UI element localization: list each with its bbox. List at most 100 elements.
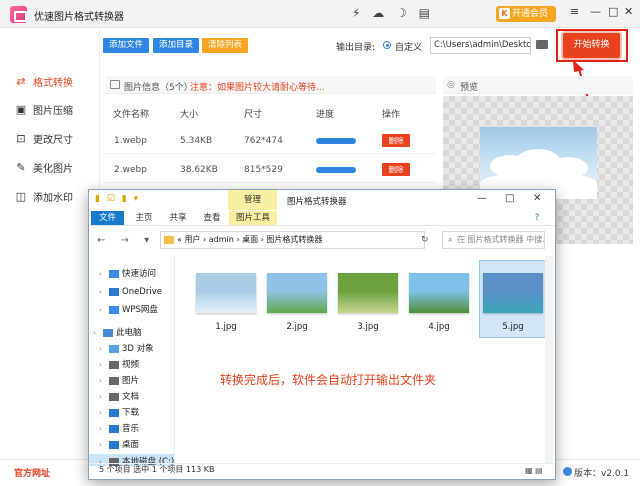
nav-tree-item[interactable]: › 图片 [89,373,174,389]
sidebar-item-label: 添加水印 [33,192,73,204]
sidebar-item-beautify[interactable]: ✎ 美化图片 [14,156,73,178]
ribbon-tabs: 文件 主页 共享 查看 图片工具 ? [89,210,555,226]
document-icon [109,392,119,401]
chevron-right-icon[interactable]: › [99,373,109,389]
chevron-right-icon[interactable]: › [99,389,109,405]
chevron-right-icon[interactable]: › [99,421,109,437]
delete-button[interactable]: 删除 [382,134,410,147]
file-label[interactable]: 3.jpg [338,322,398,332]
table-row[interactable]: 2.webp 38.62KB 815*529 删除 [106,155,436,183]
tab-share[interactable]: 共享 [163,211,193,225]
file-size: 5.34KB [180,136,213,146]
sidebar [0,29,100,459]
navigation-pane: › 快速访问 › OneDrive › WPS网盘 › 此电脑 › 3D 对象 › 视频 › 图片 › 文档 ›… [89,256,175,466]
add-file-button[interactable]: 添加文件 [103,38,149,53]
nav-tree-item[interactable]: › 音乐 [89,421,174,437]
nav-tree-item[interactable]: › 视频 [89,357,174,373]
search-icon: ⌕ [448,235,453,244]
file-explorer-window[interactable]: ▮ ☑ ▮ ▾ 管理 图片格式转换器 — □ ✕ 文件 主页 共享 查看 图片工… [88,189,556,480]
resize-icon: ⊡ [16,131,26,145]
minimize-icon[interactable]: — [590,5,601,18]
official-site-link[interactable]: 官方网址 [14,466,50,479]
chevron-right-icon[interactable]: › [99,341,109,357]
output-path-field[interactable]: C:\Users\admin\Deskto [430,37,531,54]
close-icon[interactable]: ✕ [624,5,633,18]
chevron-right-icon[interactable]: › [99,437,109,453]
swap-icon: ⇄ [16,74,26,88]
nav-tree-label: 3D 对象 [122,344,154,354]
help-icon[interactable]: ? [531,211,543,225]
close-icon[interactable]: ✕ [533,193,541,204]
sidebar-item-compress[interactable]: ▣ 图片压缩 [14,98,73,120]
column-header-progress: 进度 [316,110,335,120]
chevron-right-icon[interactable]: › [99,284,109,300]
nav-tree-item[interactable]: › 3D 对象 [89,341,174,357]
file-label[interactable]: 1.jpg [196,322,256,332]
nav-tree-item[interactable]: › 下载 [89,405,174,421]
nav-tree-label: 下载 [122,408,140,418]
chevron-right-icon[interactable]: › [99,302,109,318]
sidebar-item-watermark[interactable]: ◫ 添加水印 [14,185,73,207]
nav-tree-item[interactable]: › 文档 [89,389,174,405]
delete-button[interactable]: 删除 [382,163,410,176]
add-folder-button[interactable]: 添加目录 [153,38,199,53]
file-thumbnail[interactable] [338,273,398,313]
file-label[interactable]: 4.jpg [409,322,469,332]
menu-icon[interactable]: ≡ [570,5,579,18]
compress-icon: ▣ [15,102,27,116]
preview-icon: ◎ [447,80,455,90]
watermark-icon: ◫ [15,189,27,203]
chevron-right-icon[interactable]: › [93,325,103,341]
tab-file[interactable]: 文件 [91,211,124,225]
chevron-right-icon[interactable]: › [99,357,109,373]
address-bar[interactable]: « 用户 › admin › 桌面 › 图片格式转换器 [160,231,425,249]
file-size: 38.62KB [180,165,218,175]
app-logo-icon [10,6,27,23]
file-label[interactable]: 5.jpg [483,322,543,332]
minimize-icon[interactable]: — [477,193,487,204]
custom-radio[interactable] [383,41,391,49]
quick-access-toolbar[interactable]: ▮ ☑ ▮ ▾ [95,194,140,204]
table-row[interactable]: 1.webp 5.34KB 762*474 删除 [106,126,436,154]
scrollbar[interactable] [545,256,553,463]
tab-picture-tools[interactable]: 图片工具 [229,211,277,225]
maximize-icon[interactable]: □ [608,5,618,18]
file-thumbnail[interactable] [409,273,469,313]
info-icon [563,467,572,476]
titlebar-tool-icons[interactable]: ⚡ ☁ ☽ ▤ [352,6,434,20]
nav-tree-label: 桌面 [122,440,140,450]
file-name: 2.webp [114,165,147,175]
file-label[interactable]: 2.jpg [267,322,327,332]
file-thumbnail[interactable] [196,273,256,313]
nav-tree-label: 图片 [122,376,140,386]
output-dir-label: 输出目录: [336,43,376,53]
chevron-right-icon[interactable]: › [99,266,109,282]
view-toggle-icons[interactable]: ▦ ▤ [525,466,543,475]
file-thumbnail[interactable] [267,273,327,313]
picture-icon [109,376,119,385]
nav-tree-item[interactable]: › 此电脑 [89,325,174,341]
sidebar-item-label: 美化图片 [33,163,73,175]
vip-button[interactable]: 开通会员 [496,6,556,22]
search-input[interactable]: 在 图片格式转换器 中搜... [442,231,545,249]
folder-icon[interactable] [536,40,548,49]
nav-tree-label: 快速访问 [122,269,157,279]
sidebar-item-resize[interactable]: ⊡ 更改尺寸 [14,127,73,149]
completion-message: 转换完成后，软件会自动打开输出文件夹 [220,373,437,387]
sidebar-item-label: 格式转换 [33,77,73,89]
nav-tree-item[interactable]: › WPS网盘 [89,302,174,318]
tab-home[interactable]: 主页 [129,211,159,225]
file-thumbnail[interactable] [483,273,543,313]
nav-tree-item[interactable]: › 桌面 [89,437,174,453]
nav-tree-item[interactable]: › 快速访问 [89,266,174,282]
manage-tab[interactable]: 管理 [228,190,277,210]
tab-view[interactable]: 查看 [197,211,227,225]
refresh-icon[interactable]: ↻ [421,235,429,245]
file-dims: 815*529 [244,165,283,175]
sidebar-item-format-convert[interactable]: ⇄ 格式转换 [14,70,73,92]
nav-tree-item[interactable]: › OneDrive [89,284,174,300]
music-icon [109,424,119,433]
maximize-icon[interactable]: □ [505,193,514,204]
chevron-right-icon[interactable]: › [99,405,109,421]
clear-list-button[interactable]: 清除列表 [202,38,248,53]
